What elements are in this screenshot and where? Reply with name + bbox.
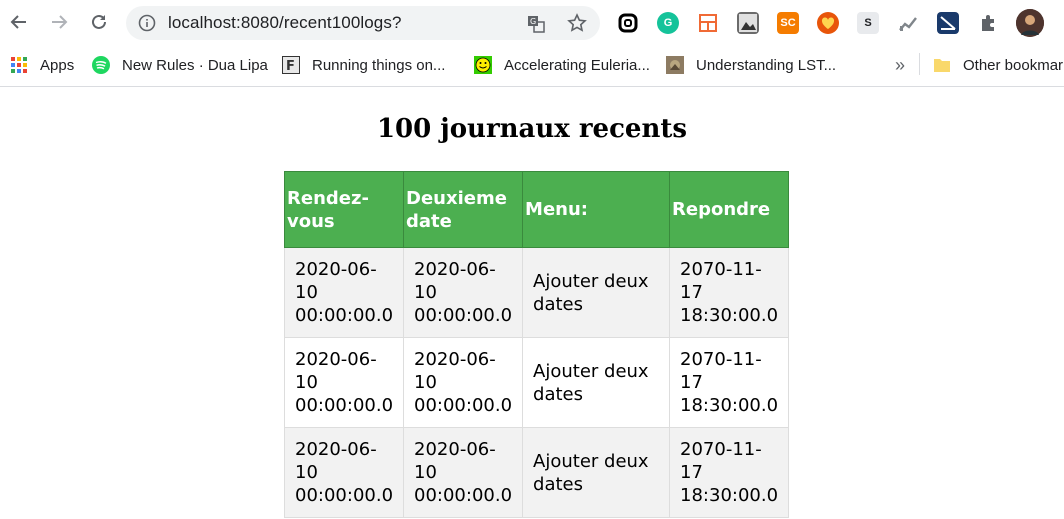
- bookmark-accelerating[interactable]: Accelerating Euleria...: [474, 54, 650, 76]
- bookmark-label: Accelerating Euleria...: [504, 56, 650, 74]
- apps-grid-icon: [11, 57, 27, 73]
- table-cell: 2020-06-10 00:00:00.0: [283, 427, 405, 518]
- bookmark-apps[interactable]: Apps: [10, 54, 74, 76]
- table-header-row: Rendez-vous Deuxieme date Menu: Repondre: [283, 171, 790, 248]
- table-cell: 2020-06-10 00:00:00.0: [403, 247, 524, 338]
- bookmark-label: Apps: [40, 56, 75, 74]
- table-cell: 2070-11-17 18:30:00.0: [669, 337, 790, 428]
- s-extension-icon[interactable]: S: [857, 12, 879, 34]
- logs-table: Rendez-vous Deuxieme date Menu: Repondre…: [283, 171, 790, 518]
- table-cell: 2020-06-10 00:00:00.0: [283, 247, 405, 338]
- table-cell: 2020-06-10 00:00:00.0: [403, 337, 524, 428]
- f-site-icon: F: [282, 56, 300, 74]
- svg-text:G: G: [530, 17, 536, 26]
- bookmark-label: New Rules · Dua Lipa: [122, 56, 268, 74]
- forward-button[interactable]: [46, 9, 72, 35]
- table-cell: 2020-06-10 00:00:00.0: [283, 337, 405, 428]
- translate-icon[interactable]: G: [527, 15, 545, 33]
- info-icon[interactable]: [138, 14, 156, 32]
- column-header: Rendez-vous: [283, 171, 405, 248]
- table-cell: 2070-11-17 18:30:00.0: [669, 247, 790, 338]
- smiley-icon: [474, 56, 492, 74]
- image-extension-icon[interactable]: [737, 12, 759, 34]
- column-header: Repondre: [669, 171, 790, 248]
- table-cell: Ajouter deux dates: [522, 337, 671, 428]
- table-cell: 2020-06-10 00:00:00.0: [403, 427, 524, 518]
- bookmark-new-rules[interactable]: New Rules · Dua Lipa: [92, 54, 268, 76]
- bookmark-label: Understanding LST...: [696, 56, 837, 74]
- bookmarks-overflow-button[interactable]: »: [895, 54, 905, 76]
- spotify-icon: [92, 56, 110, 74]
- thumbnail-icon: [666, 56, 684, 74]
- table-row: 2020-06-10 00:00:00.0 2020-06-10 00:00:0…: [283, 337, 790, 428]
- address-bar[interactable]: localhost:8080/recent100logs? G: [126, 6, 600, 40]
- bookmark-running-things[interactable]: F Running things on...: [282, 54, 445, 76]
- reload-button[interactable]: [86, 9, 112, 35]
- column-header: Deuxieme date: [403, 171, 524, 248]
- table-row: 2020-06-10 00:00:00.0 2020-06-10 00:00:0…: [283, 427, 790, 518]
- folder-icon: [934, 59, 950, 72]
- svg-text:F: F: [286, 59, 295, 74]
- forward-arrow-icon: [52, 15, 68, 29]
- heart-extension-icon[interactable]: [817, 12, 839, 34]
- bookmarks-separator: [919, 53, 920, 75]
- other-bookmarks-folder[interactable]: Other bookmar: [933, 54, 1063, 76]
- column-header: Menu:: [522, 171, 671, 248]
- table-cell: 2070-11-17 18:30:00.0: [669, 427, 790, 518]
- bookmark-label: Running things on...: [312, 56, 446, 74]
- bookmarks-bar: Apps New Rules · Dua Lipa F Running thin…: [0, 46, 1064, 87]
- table-cell: Ajouter deux dates: [522, 247, 671, 338]
- bookmark-star-icon[interactable]: [567, 13, 587, 33]
- reload-icon: [92, 14, 106, 29]
- chart-extension-icon[interactable]: [897, 12, 919, 34]
- extensions-puzzle-icon[interactable]: [977, 12, 999, 34]
- other-bookmarks-label: Other bookmar: [963, 56, 1064, 74]
- bookmark-understanding-lst[interactable]: Understanding LST...: [666, 54, 836, 76]
- extension-link-icon[interactable]: [617, 12, 639, 34]
- table-row: 2020-06-10 00:00:00.0 2020-06-10 00:00:0…: [283, 247, 790, 338]
- page-title: 100 journaux recents: [376, 114, 688, 144]
- profile-avatar[interactable]: [1016, 9, 1044, 37]
- sc-extension-icon[interactable]: SC: [777, 12, 799, 34]
- browser-toolbar: localhost:8080/recent100logs? G G SC S: [0, 0, 1064, 46]
- layout-extension-icon[interactable]: [697, 12, 719, 34]
- back-button[interactable]: [6, 9, 32, 35]
- back-arrow-icon: [10, 15, 26, 29]
- grammarly-icon[interactable]: G: [657, 12, 679, 34]
- blue-extension-icon[interactable]: [937, 12, 959, 34]
- url-text[interactable]: localhost:8080/recent100logs?: [168, 13, 402, 33]
- table-cell: Ajouter deux dates: [522, 427, 671, 518]
